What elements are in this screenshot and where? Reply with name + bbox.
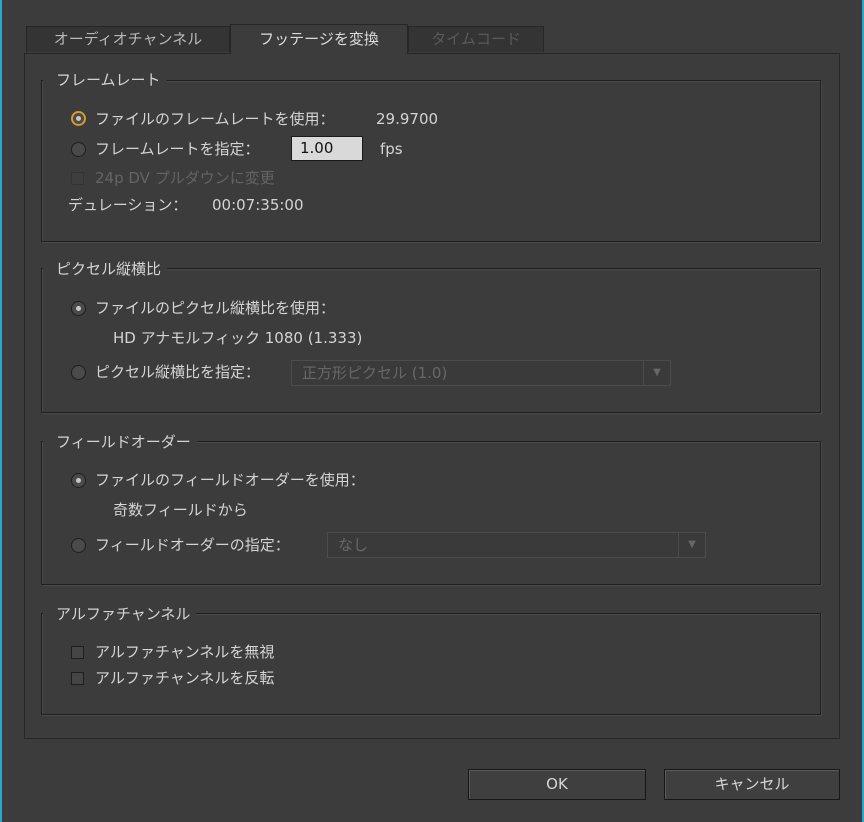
specify-field-order-label: フィールドオーダーの指定： — [95, 536, 290, 554]
invert-alpha-checkbox[interactable] — [71, 672, 84, 685]
specify-frame-rate-radio[interactable] — [71, 142, 86, 157]
field-order-select-value: なし — [338, 536, 369, 554]
pulldown-label: 24p DV プルダウンに変更 — [95, 169, 275, 187]
ok-button[interactable]: OK — [468, 769, 646, 800]
tab-interpret-footage[interactable]: フッテージを変換 — [230, 24, 408, 54]
tab-audio-channels[interactable]: オーディオチャンネル — [26, 26, 230, 52]
specify-pixel-aspect-label: ピクセル縦横比を指定： — [95, 363, 261, 381]
file-field-order-value: 奇数フィールドから — [113, 501, 248, 519]
use-file-field-order-label: ファイルのフィールドオーダーを使用： — [95, 471, 365, 489]
use-file-pixel-aspect-label: ファイルのピクセル縦横比を使用： — [95, 299, 336, 317]
field-order-title: フィールドオーダー — [43, 432, 197, 452]
use-file-frame-rate-radio[interactable] — [71, 111, 86, 126]
frame-rate-title: フレームレート — [43, 70, 167, 90]
frame-rate-group — [41, 80, 821, 242]
fps-unit-label: fps — [380, 140, 403, 158]
tab-timecode: タイムコード — [408, 26, 544, 52]
specify-pixel-aspect-radio[interactable] — [71, 365, 86, 380]
pulldown-checkbox — [71, 172, 84, 185]
alpha-group — [41, 613, 821, 715]
specify-field-order-radio[interactable] — [71, 538, 86, 553]
alpha-title: アルファチャンネル — [43, 604, 197, 624]
field-order-select: なし ▼ — [327, 532, 706, 558]
file-pixel-aspect-value: HD アナモルフィック 1080 (1.333) — [113, 329, 363, 347]
file-frame-rate-value: 29.9700 — [376, 110, 439, 128]
duration-label: デュレーション： — [68, 196, 188, 214]
invert-alpha-label: アルファチャンネルを反転 — [95, 669, 275, 687]
frame-rate-input[interactable]: 1.00 — [291, 136, 363, 161]
pixel-aspect-select-value: 正方形ピクセル (1.0) — [302, 364, 448, 382]
ignore-alpha-checkbox[interactable] — [71, 646, 84, 659]
chevron-down-icon: ▼ — [643, 361, 670, 385]
specify-frame-rate-label: フレームレートを指定： — [95, 140, 260, 158]
use-file-frame-rate-label: ファイルのフレームレートを使用： — [95, 110, 335, 128]
use-file-field-order-radio[interactable] — [71, 473, 86, 488]
pixel-aspect-title: ピクセル縦横比 — [43, 259, 168, 279]
pixel-aspect-select: 正方形ピクセル (1.0) ▼ — [291, 360, 671, 386]
window-edge-left — [0, 0, 2, 822]
chevron-down-icon: ▼ — [678, 533, 705, 557]
ignore-alpha-label: アルファチャンネルを無視 — [95, 643, 275, 661]
cancel-button[interactable]: キャンセル — [664, 769, 840, 800]
duration-value: 00:07:35:00 — [212, 196, 304, 214]
use-file-pixel-aspect-radio[interactable] — [71, 301, 86, 316]
